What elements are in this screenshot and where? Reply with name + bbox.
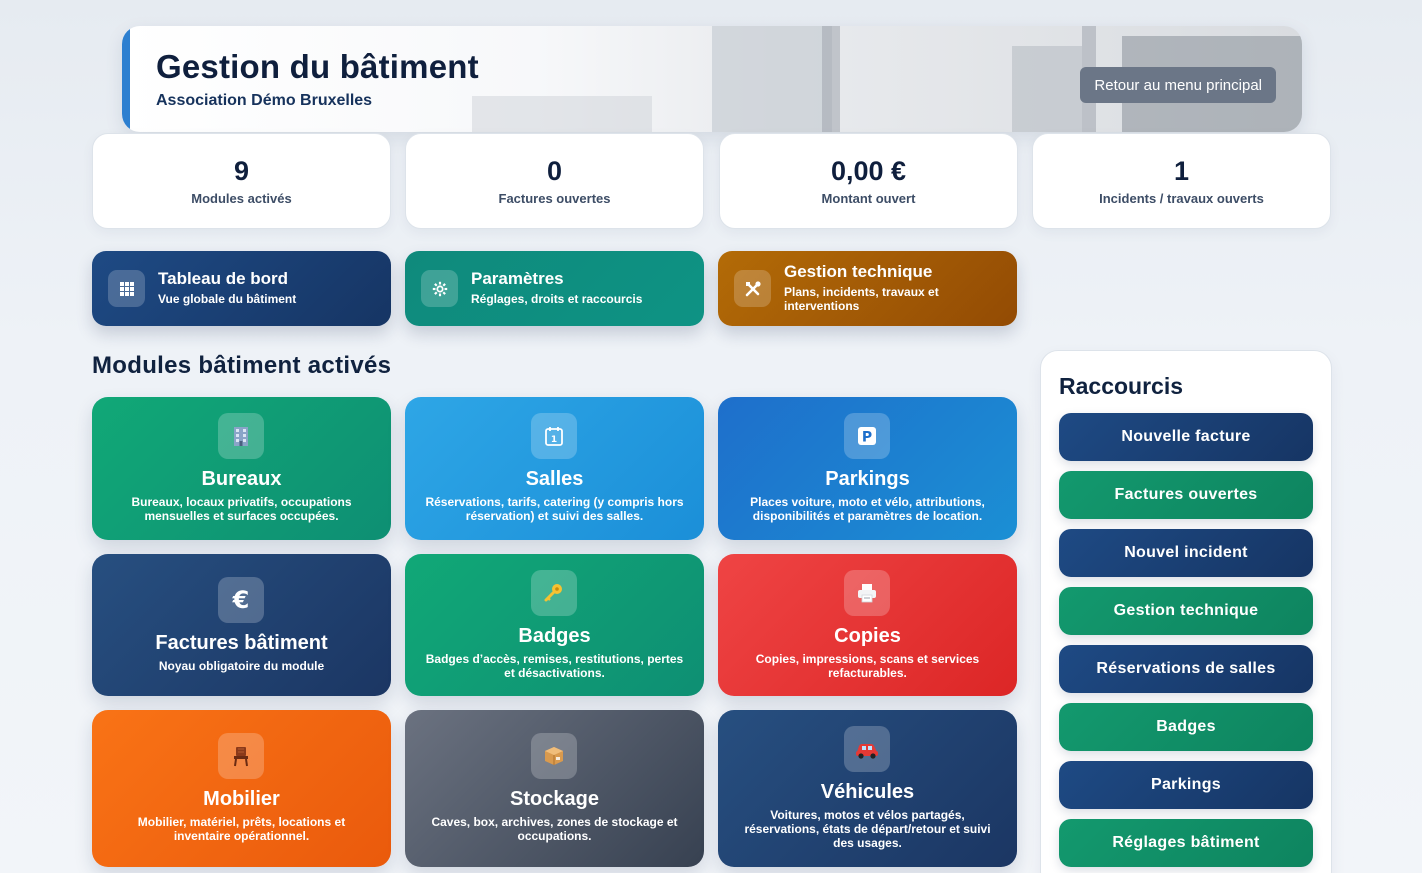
modules-section-title: Modules bâtiment activés bbox=[92, 352, 392, 379]
module-card-bureaux[interactable]: Bureaux Bureaux, locaux privatifs, occup… bbox=[92, 397, 391, 540]
svg-text:1: 1 bbox=[551, 435, 557, 445]
module-description: Voitures, motos et vélos partagés, réser… bbox=[744, 808, 991, 850]
module-description: Places voiture, moto et vélo, attributio… bbox=[750, 495, 985, 523]
module-title: Salles bbox=[525, 468, 584, 490]
tools-icon bbox=[734, 270, 771, 307]
module-card-parkings[interactable]: P Parkings Places voiture, moto et vélo,… bbox=[718, 397, 1017, 540]
module-card-salles[interactable]: 1 Salles Réservations, tarifs, catering … bbox=[405, 397, 704, 540]
chair-icon bbox=[218, 733, 264, 779]
nav-title: Tableau de bord bbox=[158, 269, 289, 288]
shortcut-new-incident-button[interactable]: Nouvel incident bbox=[1059, 529, 1313, 577]
module-title: Véhicules bbox=[820, 781, 915, 803]
shortcut-technical-management-button[interactable]: Gestion technique bbox=[1059, 587, 1313, 635]
nav-technical-management[interactable]: Gestion technique Plans, incidents, trav… bbox=[718, 251, 1017, 326]
nav-settings[interactable]: Paramètres Réglages, droits et raccourci… bbox=[405, 251, 704, 326]
page-header: Gestion du bâtiment Association Démo Bru… bbox=[122, 26, 1302, 132]
module-description: Bureaux, locaux privatifs, occupations m… bbox=[131, 495, 352, 523]
euro-icon: € bbox=[218, 577, 264, 623]
organization-name: Association Démo Bruxelles bbox=[156, 92, 373, 109]
shortcut-room-reservations-button[interactable]: Réservations de salles bbox=[1059, 645, 1313, 693]
stat-card-modules: 9 Modules activés bbox=[92, 133, 391, 229]
printer-icon bbox=[844, 570, 890, 616]
nav-dashboard[interactable]: Tableau de bord Vue globale du bâtiment bbox=[92, 251, 391, 326]
module-card-copies[interactable]: Copies Copies, impressions, scans et ser… bbox=[718, 554, 1017, 696]
module-title: Parkings bbox=[825, 468, 910, 490]
shortcuts-panel: Raccourcis Nouvelle facture Factures ouv… bbox=[1040, 350, 1332, 873]
module-title: Copies bbox=[834, 625, 901, 647]
stat-label: Incidents / travaux ouverts bbox=[1099, 191, 1264, 206]
parking-icon: P bbox=[844, 413, 890, 459]
nav-subtitle: Vue globale du bâtiment bbox=[158, 292, 297, 306]
shortcut-badges-button[interactable]: Badges bbox=[1059, 703, 1313, 751]
page-title: Gestion du bâtiment bbox=[156, 48, 479, 85]
back-to-main-menu-button[interactable]: Retour au menu principal bbox=[1080, 67, 1276, 103]
module-card-badges[interactable]: Badges Badges d’accès, remises, restitut… bbox=[405, 554, 704, 696]
shortcut-parkings-button[interactable]: Parkings bbox=[1059, 761, 1313, 809]
stat-label: Modules activés bbox=[191, 191, 292, 206]
header-accent-bar bbox=[122, 26, 130, 132]
box-icon bbox=[531, 733, 577, 779]
module-title: Mobilier bbox=[203, 788, 280, 810]
office-building-icon bbox=[218, 413, 264, 459]
key-icon bbox=[531, 570, 577, 616]
stat-value: 0 bbox=[546, 156, 563, 186]
module-title: Stockage bbox=[510, 788, 599, 810]
stat-value: 9 bbox=[233, 156, 250, 186]
nav-title: Gestion technique bbox=[784, 262, 933, 281]
stat-label: Factures ouvertes bbox=[498, 191, 611, 206]
module-description: Copies, impressions, scans et services r… bbox=[755, 652, 980, 680]
nav-subtitle: Réglages, droits et raccourcis bbox=[471, 292, 643, 306]
gear-icon bbox=[421, 270, 458, 307]
stat-label: Montant ouvert bbox=[821, 191, 916, 206]
module-title: Factures bâtiment bbox=[155, 632, 328, 654]
calendar-icon: 1 bbox=[531, 413, 577, 459]
nav-title: Paramètres bbox=[471, 269, 564, 288]
shortcut-building-settings-button[interactable]: Réglages bâtiment bbox=[1059, 819, 1313, 867]
stat-card-open-amount: 0,00 € Montant ouvert bbox=[719, 133, 1018, 229]
module-card-stockage[interactable]: Stockage Caves, box, archives, zones de … bbox=[405, 710, 704, 867]
module-card-mobilier[interactable]: Mobilier Mobilier, matériel, prêts, loca… bbox=[92, 710, 391, 867]
stat-card-open-invoices: 0 Factures ouvertes bbox=[405, 133, 704, 229]
module-description: Réservations, tarifs, catering (y compri… bbox=[425, 495, 684, 523]
module-description: Badges d’accès, remises, restitutions, p… bbox=[425, 652, 684, 680]
stat-value: 1 bbox=[1173, 156, 1190, 186]
grid-icon bbox=[108, 270, 145, 307]
module-description: Caves, box, archives, zones de stockage … bbox=[431, 815, 678, 843]
module-description: Mobilier, matériel, prêts, locations et … bbox=[137, 815, 346, 843]
module-title: Badges bbox=[518, 625, 591, 647]
stat-card-open-incidents: 1 Incidents / travaux ouverts bbox=[1032, 133, 1331, 229]
module-title: Bureaux bbox=[201, 468, 282, 490]
stat-value: 0,00 € bbox=[830, 156, 907, 186]
shortcut-new-invoice-button[interactable]: Nouvelle facture bbox=[1059, 413, 1313, 461]
module-card-factures-batiment[interactable]: € Factures bâtiment Noyau obligatoire du… bbox=[92, 554, 391, 696]
svg-text:P: P bbox=[862, 430, 872, 446]
module-card-vehicules[interactable]: Véhicules Voitures, motos et vélos parta… bbox=[718, 710, 1017, 867]
car-icon bbox=[844, 726, 890, 772]
module-description: Noyau obligatoire du module bbox=[158, 659, 325, 673]
shortcuts-title: Raccourcis bbox=[1059, 373, 1184, 399]
nav-subtitle: Plans, incidents, travaux et interventio… bbox=[784, 285, 939, 313]
shortcut-open-invoices-button[interactable]: Factures ouvertes bbox=[1059, 471, 1313, 519]
